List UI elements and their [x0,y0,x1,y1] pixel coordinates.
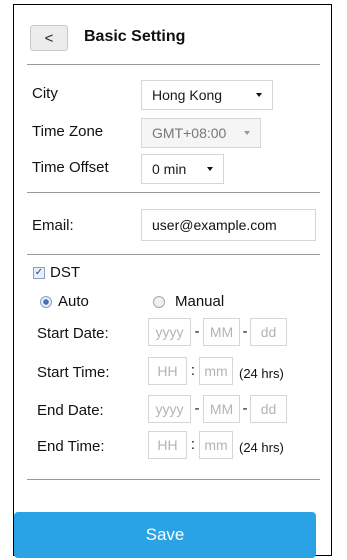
start-time-unit: (24 hrs) [239,366,284,381]
end-time-label: End Time: [37,438,105,455]
caret-down-icon [256,93,262,97]
time-offset-label: Time Offset [32,159,109,176]
dst-checkbox[interactable]: ✓ [33,267,45,279]
save-button[interactable]: Save [14,512,316,558]
time-offset-select-value: 0 min [152,161,187,177]
start-date-sep: - [194,323,200,340]
start-time-label: Start Time: [37,364,110,381]
end-date-sep: - [194,400,200,417]
end-time-minute-input[interactable] [199,431,233,459]
email-label: Email: [32,217,74,234]
timezone-select[interactable]: GMT+08:00 [141,118,261,148]
start-date-sep: - [242,323,248,340]
caret-down-icon [207,167,213,171]
time-offset-select[interactable]: 0 min [141,154,224,184]
end-date-sep: - [242,400,248,417]
start-date-day-input[interactable] [250,318,287,346]
city-select-value: Hong Kong [152,87,223,103]
end-time-sep: : [190,436,196,453]
checkmark-icon: ✓ [34,267,44,278]
basic-setting-panel: < Basic Setting City Hong Kong Time Zone… [13,4,332,556]
dst-divider [27,479,320,480]
dst-auto-label: Auto [58,293,89,310]
email-divider [27,254,320,255]
start-date-year-input[interactable] [148,318,191,346]
start-date-label: Start Date: [37,325,109,342]
end-time-unit: (24 hrs) [239,440,284,455]
back-button[interactable]: < [30,25,68,51]
end-date-month-input[interactable] [203,395,240,423]
email-input[interactable] [141,209,316,241]
end-date-day-input[interactable] [250,395,287,423]
caret-down-icon [244,131,250,135]
dst-manual-label: Manual [175,293,225,310]
end-time-hour-input[interactable] [148,431,187,459]
end-date-label: End Date: [37,402,104,419]
start-date-month-input[interactable] [203,318,240,346]
back-chevron-icon: < [44,29,54,47]
dst-auto-radio[interactable] [40,296,52,308]
start-time-sep: : [190,362,196,379]
start-time-hour-input[interactable] [148,357,187,385]
city-select[interactable]: Hong Kong [141,80,273,110]
header-divider [27,64,320,65]
end-date-year-input[interactable] [148,395,191,423]
page-title: Basic Setting [84,28,186,45]
start-time-minute-input[interactable] [199,357,233,385]
basic-divider [27,192,320,193]
dst-manual-radio[interactable] [153,296,165,308]
timezone-label: Time Zone [32,123,104,140]
timezone-select-value: GMT+08:00 [152,125,227,141]
city-label: City [32,85,58,102]
dst-label: DST [50,264,80,281]
